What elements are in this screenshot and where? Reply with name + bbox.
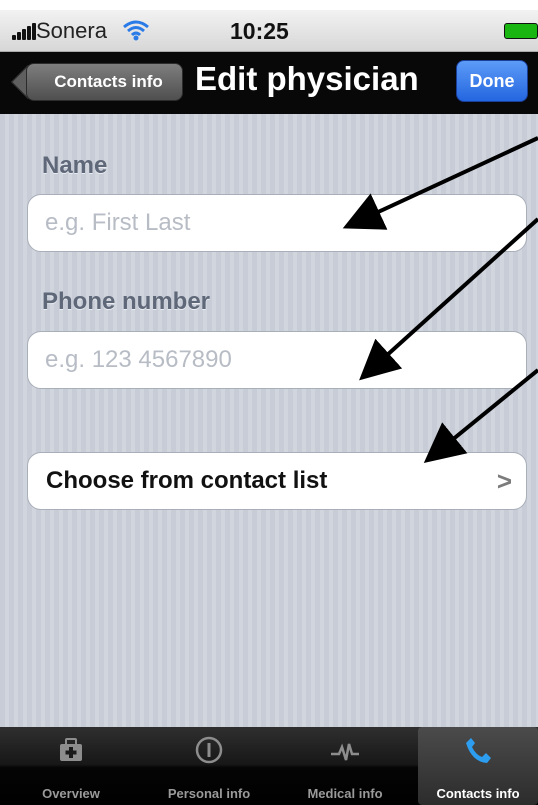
edit-physician-form: Name e.g. First Last Phone number e.g. 1… xyxy=(0,114,538,727)
choose-from-contact-list-button[interactable]: Choose from contact list > xyxy=(27,452,527,510)
tab-contacts-info[interactable]: Contacts info xyxy=(418,727,538,805)
name-label: Name xyxy=(42,152,108,179)
contacts-info-back-button[interactable]: Contacts info xyxy=(26,63,183,101)
navigation-bar: Contacts info Edit physician Done xyxy=(0,52,538,114)
tab-overview-label: Overview xyxy=(42,786,100,801)
done-button[interactable]: Done xyxy=(456,60,528,102)
tab-medical-info-label: Medical info xyxy=(307,786,383,801)
choose-from-contact-list-label: Choose from contact list xyxy=(46,467,328,494)
iphone-screen: Sonera 10:25 Contacts info Edit physicia… xyxy=(0,0,538,805)
phone-number-input[interactable]: e.g. 123 4567890 xyxy=(27,331,527,389)
tab-medical-info[interactable]: Medical info xyxy=(296,727,394,805)
tab-bar: Overview Personal info Medical info Cont… xyxy=(0,727,538,805)
tab-personal-info[interactable]: Personal info xyxy=(160,727,258,805)
medical-kit-icon xyxy=(60,738,82,761)
phone-icon xyxy=(466,738,491,763)
tab-overview[interactable]: Overview xyxy=(22,727,120,805)
signal-bars-icon xyxy=(12,22,38,40)
battery-icon xyxy=(504,23,538,39)
tab-personal-info-label: Personal info xyxy=(167,786,251,801)
heartbeat-icon xyxy=(331,743,359,761)
phone-number-label: Phone number xyxy=(42,288,211,315)
name-input[interactable]: e.g. First Last xyxy=(27,194,527,252)
carrier-name: Sonera xyxy=(36,18,107,43)
clock-time: 10:25 xyxy=(230,18,289,44)
tab-contacts-info-label: Contacts info xyxy=(436,786,520,801)
status-bar: Sonera 10:25 xyxy=(0,10,538,52)
wifi-icon xyxy=(123,20,149,41)
page-title: Edit physician xyxy=(195,60,419,97)
info-icon xyxy=(195,736,223,764)
chevron-right-icon: > xyxy=(496,466,512,496)
